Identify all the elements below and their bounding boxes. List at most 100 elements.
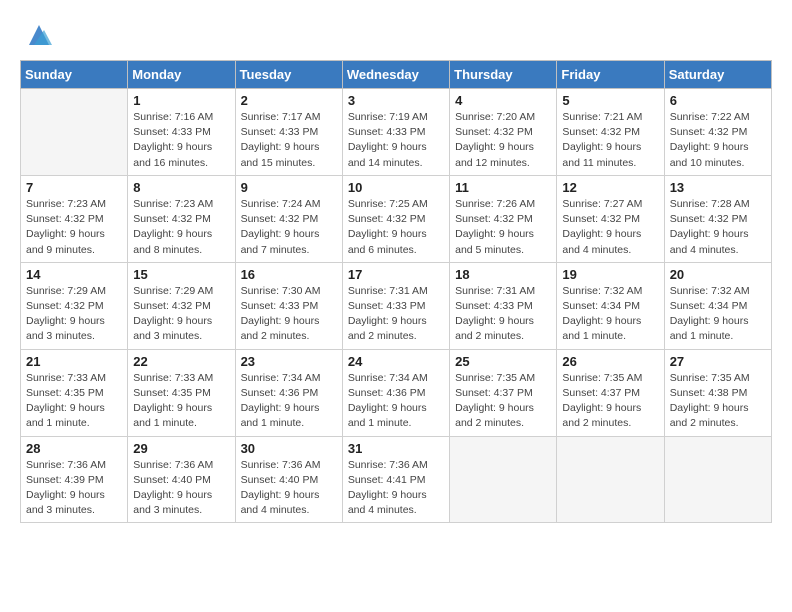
day-info: Sunrise: 7:35 AM Sunset: 4:37 PM Dayligh… bbox=[562, 371, 658, 432]
calendar-cell: 28 Sunrise: 7:36 AM Sunset: 4:39 PM Dayli… bbox=[21, 436, 128, 523]
logo-icon bbox=[24, 20, 54, 50]
calendar-cell: 25Sunrise: 7:35 AM Sunset: 4:37 PM Dayli… bbox=[450, 349, 557, 436]
day-number: 31 bbox=[348, 441, 444, 456]
logo bbox=[20, 20, 54, 50]
calendar-cell: 14Sunrise: 7:29 AM Sunset: 4:32 PM Dayli… bbox=[21, 262, 128, 349]
day-number: 4 bbox=[455, 93, 551, 108]
calendar-cell: 5 Sunrise: 7:21 AM Sunset: 4:32 PM Daylig… bbox=[557, 89, 664, 176]
calendar-cell: 31Sunrise: 7:36 AM Sunset: 4:41 PM Dayli… bbox=[342, 436, 449, 523]
calendar-cell: 29 Sunrise: 7:36 AM Sunset: 4:40 PM Dayli… bbox=[128, 436, 235, 523]
header-wednesday: Wednesday bbox=[342, 61, 449, 89]
day-number: 10 bbox=[348, 180, 444, 195]
calendar-cell: 12Sunrise: 7:27 AM Sunset: 4:32 PM Dayli… bbox=[557, 175, 664, 262]
day-number: 5 bbox=[562, 93, 658, 108]
header-sunday: Sunday bbox=[21, 61, 128, 89]
day-info: Sunrise: 7:33 AM Sunset: 4:35 PM Dayligh… bbox=[133, 371, 229, 432]
day-number: 11 bbox=[455, 180, 551, 195]
week-row-2: 7 Sunrise: 7:23 AM Sunset: 4:32 PM Daylig… bbox=[21, 175, 772, 262]
day-info: Sunrise: 7:34 AM Sunset: 4:36 PM Dayligh… bbox=[241, 371, 337, 432]
day-number: 19 bbox=[562, 267, 658, 282]
week-row-4: 21 Sunrise: 7:33 AM Sunset: 4:35 PM Dayli… bbox=[21, 349, 772, 436]
calendar-cell: 6 Sunrise: 7:22 AM Sunset: 4:32 PM Daylig… bbox=[664, 89, 771, 176]
day-number: 3 bbox=[348, 93, 444, 108]
calendar-cell bbox=[450, 436, 557, 523]
header-saturday: Saturday bbox=[664, 61, 771, 89]
page-header bbox=[20, 20, 772, 50]
header-tuesday: Tuesday bbox=[235, 61, 342, 89]
day-number: 27 bbox=[670, 354, 766, 369]
calendar-cell: 2 Sunrise: 7:17 AM Sunset: 4:33 PM Daylig… bbox=[235, 89, 342, 176]
day-number: 20 bbox=[670, 267, 766, 282]
day-info: Sunrise: 7:28 AM Sunset: 4:32 PM Dayligh… bbox=[670, 197, 766, 258]
day-info: Sunrise: 7:19 AM Sunset: 4:33 PM Dayligh… bbox=[348, 110, 444, 171]
day-info: Sunrise: 7:20 AM Sunset: 4:32 PM Dayligh… bbox=[455, 110, 551, 171]
header-friday: Friday bbox=[557, 61, 664, 89]
calendar-cell: 9Sunrise: 7:24 AM Sunset: 4:32 PM Daylig… bbox=[235, 175, 342, 262]
day-number: 30 bbox=[241, 441, 337, 456]
calendar-header-row: SundayMondayTuesdayWednesdayThursdayFrid… bbox=[21, 61, 772, 89]
day-number: 1 bbox=[133, 93, 229, 108]
day-info: Sunrise: 7:32 AM Sunset: 4:34 PM Dayligh… bbox=[670, 284, 766, 345]
week-row-3: 14Sunrise: 7:29 AM Sunset: 4:32 PM Dayli… bbox=[21, 262, 772, 349]
day-info: Sunrise: 7:35 AM Sunset: 4:37 PM Dayligh… bbox=[455, 371, 551, 432]
day-info: Sunrise: 7:29 AM Sunset: 4:32 PM Dayligh… bbox=[26, 284, 122, 345]
calendar-cell: 26 Sunrise: 7:35 AM Sunset: 4:37 PM Dayli… bbox=[557, 349, 664, 436]
day-number: 26 bbox=[562, 354, 658, 369]
day-info: Sunrise: 7:33 AM Sunset: 4:35 PM Dayligh… bbox=[26, 371, 122, 432]
day-info: Sunrise: 7:29 AM Sunset: 4:32 PM Dayligh… bbox=[133, 284, 229, 345]
day-info: Sunrise: 7:35 AM Sunset: 4:38 PM Dayligh… bbox=[670, 371, 766, 432]
calendar-cell: 4 Sunrise: 7:20 AM Sunset: 4:32 PM Daylig… bbox=[450, 89, 557, 176]
calendar-cell: 30 Sunrise: 7:36 AM Sunset: 4:40 PM Dayli… bbox=[235, 436, 342, 523]
day-info: Sunrise: 7:23 AM Sunset: 4:32 PM Dayligh… bbox=[133, 197, 229, 258]
day-info: Sunrise: 7:27 AM Sunset: 4:32 PM Dayligh… bbox=[562, 197, 658, 258]
day-info: Sunrise: 7:26 AM Sunset: 4:32 PM Dayligh… bbox=[455, 197, 551, 258]
calendar-cell: 22 Sunrise: 7:33 AM Sunset: 4:35 PM Dayli… bbox=[128, 349, 235, 436]
day-info: Sunrise: 7:31 AM Sunset: 4:33 PM Dayligh… bbox=[455, 284, 551, 345]
day-number: 13 bbox=[670, 180, 766, 195]
day-info: Sunrise: 7:30 AM Sunset: 4:33 PM Dayligh… bbox=[241, 284, 337, 345]
day-number: 23 bbox=[241, 354, 337, 369]
calendar-cell: 18 Sunrise: 7:31 AM Sunset: 4:33 PM Dayli… bbox=[450, 262, 557, 349]
day-number: 2 bbox=[241, 93, 337, 108]
day-number: 7 bbox=[26, 180, 122, 195]
day-info: Sunrise: 7:22 AM Sunset: 4:32 PM Dayligh… bbox=[670, 110, 766, 171]
day-number: 29 bbox=[133, 441, 229, 456]
day-info: Sunrise: 7:31 AM Sunset: 4:33 PM Dayligh… bbox=[348, 284, 444, 345]
week-row-1: 1 Sunrise: 7:16 AM Sunset: 4:33 PM Daylig… bbox=[21, 89, 772, 176]
day-info: Sunrise: 7:16 AM Sunset: 4:33 PM Dayligh… bbox=[133, 110, 229, 171]
calendar-cell: 8Sunrise: 7:23 AM Sunset: 4:32 PM Daylig… bbox=[128, 175, 235, 262]
day-number: 17 bbox=[348, 267, 444, 282]
day-number: 6 bbox=[670, 93, 766, 108]
day-info: Sunrise: 7:36 AM Sunset: 4:40 PM Dayligh… bbox=[133, 458, 229, 519]
day-number: 22 bbox=[133, 354, 229, 369]
week-row-5: 28 Sunrise: 7:36 AM Sunset: 4:39 PM Dayli… bbox=[21, 436, 772, 523]
calendar-cell bbox=[557, 436, 664, 523]
calendar-cell: 24 Sunrise: 7:34 AM Sunset: 4:36 PM Dayli… bbox=[342, 349, 449, 436]
day-info: Sunrise: 7:23 AM Sunset: 4:32 PM Dayligh… bbox=[26, 197, 122, 258]
day-number: 15 bbox=[133, 267, 229, 282]
day-number: 28 bbox=[26, 441, 122, 456]
calendar-cell: 7 Sunrise: 7:23 AM Sunset: 4:32 PM Daylig… bbox=[21, 175, 128, 262]
day-info: Sunrise: 7:34 AM Sunset: 4:36 PM Dayligh… bbox=[348, 371, 444, 432]
calendar-cell: 21 Sunrise: 7:33 AM Sunset: 4:35 PM Dayli… bbox=[21, 349, 128, 436]
day-number: 24 bbox=[348, 354, 444, 369]
calendar-cell: 13 Sunrise: 7:28 AM Sunset: 4:32 PM Dayli… bbox=[664, 175, 771, 262]
calendar-cell: 10 Sunrise: 7:25 AM Sunset: 4:32 PM Dayli… bbox=[342, 175, 449, 262]
calendar-cell: 19Sunrise: 7:32 AM Sunset: 4:34 PM Dayli… bbox=[557, 262, 664, 349]
calendar-cell: 20 Sunrise: 7:32 AM Sunset: 4:34 PM Dayli… bbox=[664, 262, 771, 349]
day-info: Sunrise: 7:21 AM Sunset: 4:32 PM Dayligh… bbox=[562, 110, 658, 171]
day-number: 21 bbox=[26, 354, 122, 369]
day-info: Sunrise: 7:25 AM Sunset: 4:32 PM Dayligh… bbox=[348, 197, 444, 258]
calendar-cell: 11 Sunrise: 7:26 AM Sunset: 4:32 PM Dayli… bbox=[450, 175, 557, 262]
day-number: 9 bbox=[241, 180, 337, 195]
day-info: Sunrise: 7:17 AM Sunset: 4:33 PM Dayligh… bbox=[241, 110, 337, 171]
day-info: Sunrise: 7:36 AM Sunset: 4:39 PM Dayligh… bbox=[26, 458, 122, 519]
calendar-cell: 23 Sunrise: 7:34 AM Sunset: 4:36 PM Dayli… bbox=[235, 349, 342, 436]
header-monday: Monday bbox=[128, 61, 235, 89]
day-number: 16 bbox=[241, 267, 337, 282]
day-info: Sunrise: 7:36 AM Sunset: 4:40 PM Dayligh… bbox=[241, 458, 337, 519]
calendar-cell: 17 Sunrise: 7:31 AM Sunset: 4:33 PM Dayli… bbox=[342, 262, 449, 349]
calendar-cell: 1 Sunrise: 7:16 AM Sunset: 4:33 PM Daylig… bbox=[128, 89, 235, 176]
day-number: 18 bbox=[455, 267, 551, 282]
calendar-cell bbox=[21, 89, 128, 176]
